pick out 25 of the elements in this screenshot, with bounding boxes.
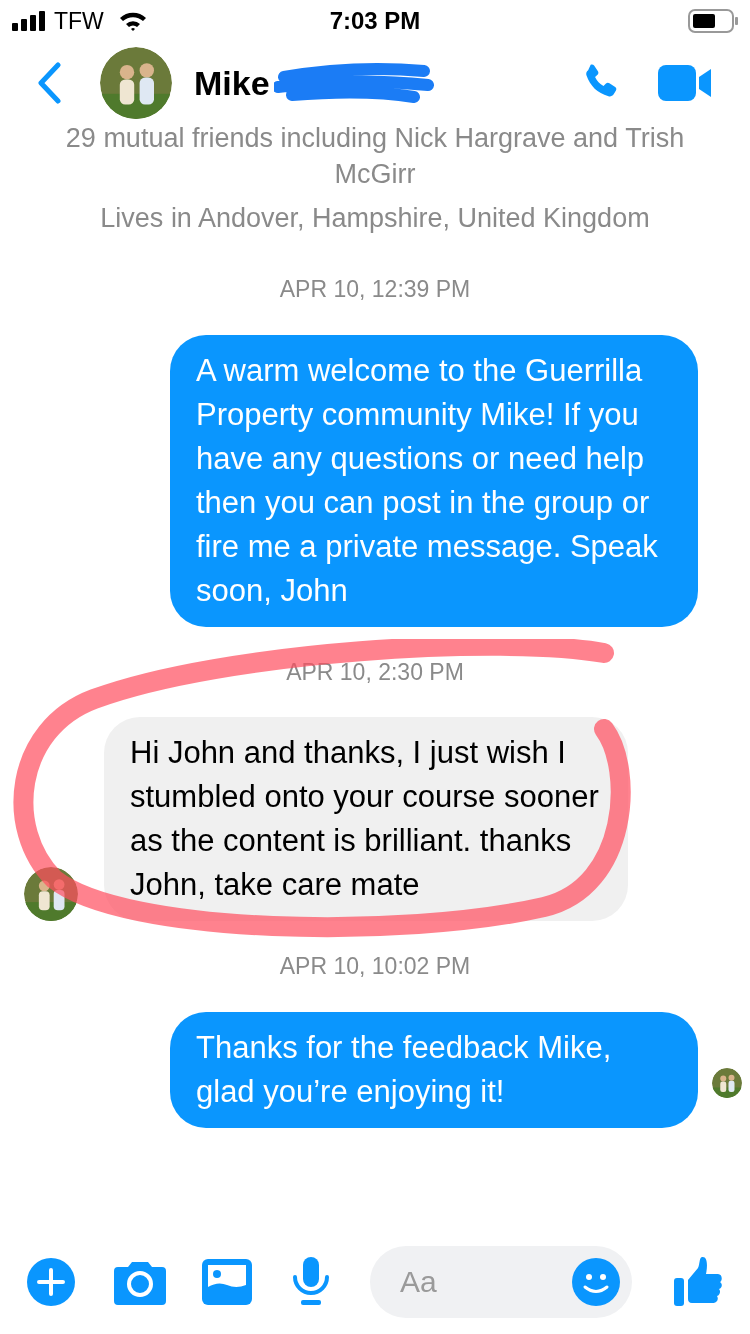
timestamp: APR 10, 10:02 PM: [279, 952, 471, 981]
plus-icon[interactable]: [26, 1257, 76, 1307]
contact-name: Mike: [194, 62, 270, 104]
image-icon[interactable]: [202, 1259, 252, 1305]
mutual-friends-text: 29 mutual friends including Nick Hargrave and Trish McGirr: [64, 122, 686, 191]
clock: 7:03 PM: [329, 6, 421, 36]
carrier-name: TFW: [54, 6, 104, 36]
timestamp: APR 10, 2:30 PM: [286, 657, 464, 687]
emoji-icon[interactable]: [572, 1258, 620, 1306]
thumbs-up-icon[interactable]: [674, 1256, 724, 1308]
timestamp: APR 10, 12:39 PM: [279, 275, 471, 304]
microphone-icon[interactable]: [292, 1257, 330, 1307]
sent-message: Thanks for the feedback Mike, glad you’re enjoying it!: [170, 1011, 698, 1128]
sent-message: A warm welcome to the Guerrilla Property community Mike! If you have any questions or need help then you can post in the group or fire me a private message. Speak soon, John: [170, 334, 698, 627]
camera-icon[interactable]: [114, 1259, 166, 1305]
back-icon[interactable]: [36, 62, 62, 104]
location-text: Lives in Andover, Hampshire, United Kingdom: [100, 202, 650, 235]
profile-avatar: [100, 47, 172, 119]
signal-icon: [12, 11, 48, 31]
battery-icon: [688, 9, 738, 33]
received-message: Hi John and thanks, I just wish I stumbled onto your course sooner as the content is brilliant. thanks John, take care mate: [104, 717, 628, 921]
video-camera-icon[interactable]: [658, 63, 714, 103]
contact-avatar: [24, 867, 78, 921]
seen-avatar: [712, 1067, 742, 1098]
message-input[interactable]: Aa: [370, 1246, 632, 1318]
